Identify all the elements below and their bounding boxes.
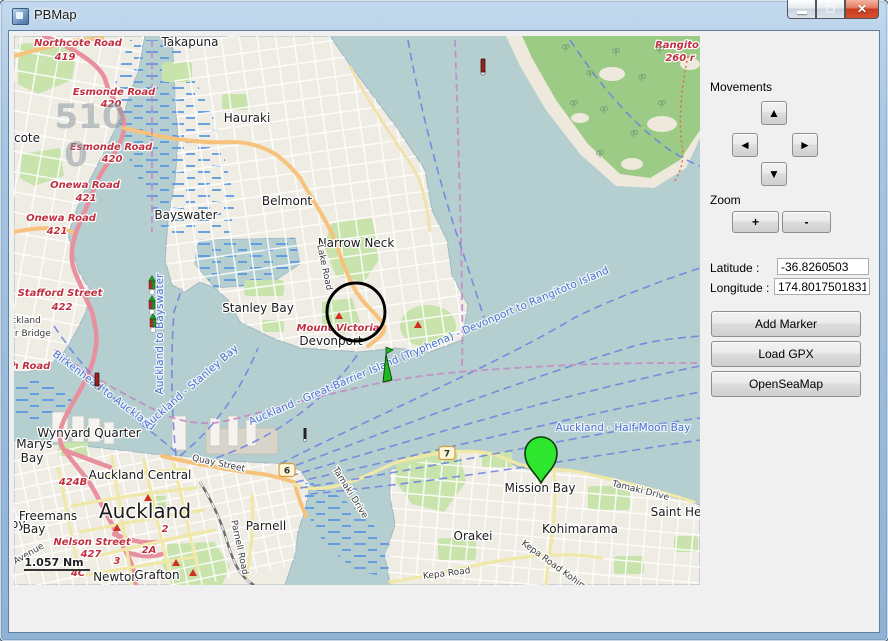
window-title: PBMap (34, 7, 77, 22)
map-label: Wynyard Quarter (37, 426, 140, 440)
maximize-icon (826, 5, 835, 13)
map-label: ur Bridge (14, 329, 51, 339)
map-label: 260 r (665, 53, 695, 64)
map-label: Stanley Bay (222, 301, 294, 315)
map-label: 422 (51, 302, 73, 313)
map-label: 3 (114, 556, 121, 567)
longitude-label: Longitude : (710, 281, 769, 295)
longitude-input[interactable] (774, 278, 870, 295)
scale-bar: 1.057 Nm (24, 556, 90, 570)
map-label: Newton (93, 570, 139, 584)
move-down-button[interactable]: ▼ (761, 162, 787, 186)
map-label: Mount Victoria (297, 323, 380, 334)
map-label: Stafford Street (18, 288, 104, 299)
map-label: Bay (23, 522, 46, 536)
map-label: 0 (64, 135, 88, 175)
add-marker-button[interactable]: Add Marker (711, 311, 861, 337)
map-label: 2A (142, 545, 157, 556)
route-shield-number: 6 (284, 467, 290, 477)
map-label: Mission Bay (505, 481, 576, 495)
map-label: Kohimarama (542, 522, 618, 536)
map-label: Narrow Neck (318, 236, 395, 250)
movements-label: Movements (710, 80, 772, 94)
map-label: Nelson Street (53, 537, 131, 548)
map-label: 421 (75, 193, 97, 204)
map-label: 2 (162, 524, 169, 535)
map-label: t Marys (14, 437, 52, 451)
map-label: Northcote Road (34, 38, 123, 49)
map-label: Saint He (651, 505, 700, 519)
close-icon: ✕ (857, 2, 867, 16)
close-button[interactable]: ✕ (845, 0, 879, 19)
beacon-red-icon (481, 59, 485, 75)
map-label: Auckland Central (89, 468, 192, 482)
move-up-button[interactable]: ▲ (761, 101, 787, 125)
map-label: Takapuna (161, 36, 219, 49)
load-gpx-button[interactable]: Load GPX (711, 341, 861, 367)
map-label: Parnell (246, 519, 286, 533)
move-left-button[interactable]: ◄ (732, 133, 758, 157)
map-label: Freemans (19, 509, 77, 523)
map-label: 424B (58, 477, 88, 488)
map-label: Bayswater (154, 208, 217, 222)
beacon-red-icon (95, 373, 99, 389)
map-label: Onewa Road (26, 213, 97, 224)
latitude-label: Latitude : (710, 261, 759, 275)
map-label: Bay (21, 451, 44, 465)
move-right-button[interactable]: ► (792, 133, 818, 157)
zoom-label: Zoom (710, 193, 741, 207)
map-label: Grafton (134, 568, 179, 582)
app-window: PBMap ✕ (0, 0, 888, 641)
map-label: ckland (14, 316, 41, 326)
map-label: 421 (46, 226, 68, 237)
latitude-input[interactable] (777, 258, 869, 275)
minimize-icon (797, 11, 807, 14)
route-shield-number: 7 (444, 450, 450, 460)
map-canvas[interactable]: Takapuna Hauraki Bayswater Belmont Narrow Ne… (14, 36, 700, 585)
map-label: 419 (54, 52, 76, 63)
map-label: Onewa Road (50, 180, 121, 191)
scale-label: 1.057 Nm (24, 556, 83, 569)
client-area: Takapuna Hauraki Bayswater Belmont Narrow Ne… (8, 30, 880, 633)
beacon-black-icon (303, 428, 307, 442)
minimize-button[interactable] (787, 0, 816, 19)
openseamap-button[interactable]: OpenSeaMap (711, 371, 861, 397)
map-label: 510 (55, 97, 126, 137)
zoom-out-button[interactable]: - (782, 211, 831, 233)
map-label: 420 (101, 154, 123, 165)
zoom-in-button[interactable]: + (732, 211, 779, 233)
map-label: Auckland (99, 499, 191, 523)
title-bar[interactable]: PBMap ✕ (0, 0, 888, 30)
map-label: Auckland to Bayswater (154, 273, 166, 394)
map-label: Hauraki (224, 111, 271, 125)
app-icon (12, 8, 29, 25)
map-label: Belmont (262, 194, 313, 208)
map-label: Orakei (454, 529, 493, 543)
map-label: Rangito (655, 40, 699, 51)
map-label: cote (14, 131, 40, 145)
map-label: Auckland - Half Moon Bay (556, 422, 691, 434)
map-label: ch Road (14, 361, 51, 372)
maximize-button[interactable] (816, 0, 845, 19)
